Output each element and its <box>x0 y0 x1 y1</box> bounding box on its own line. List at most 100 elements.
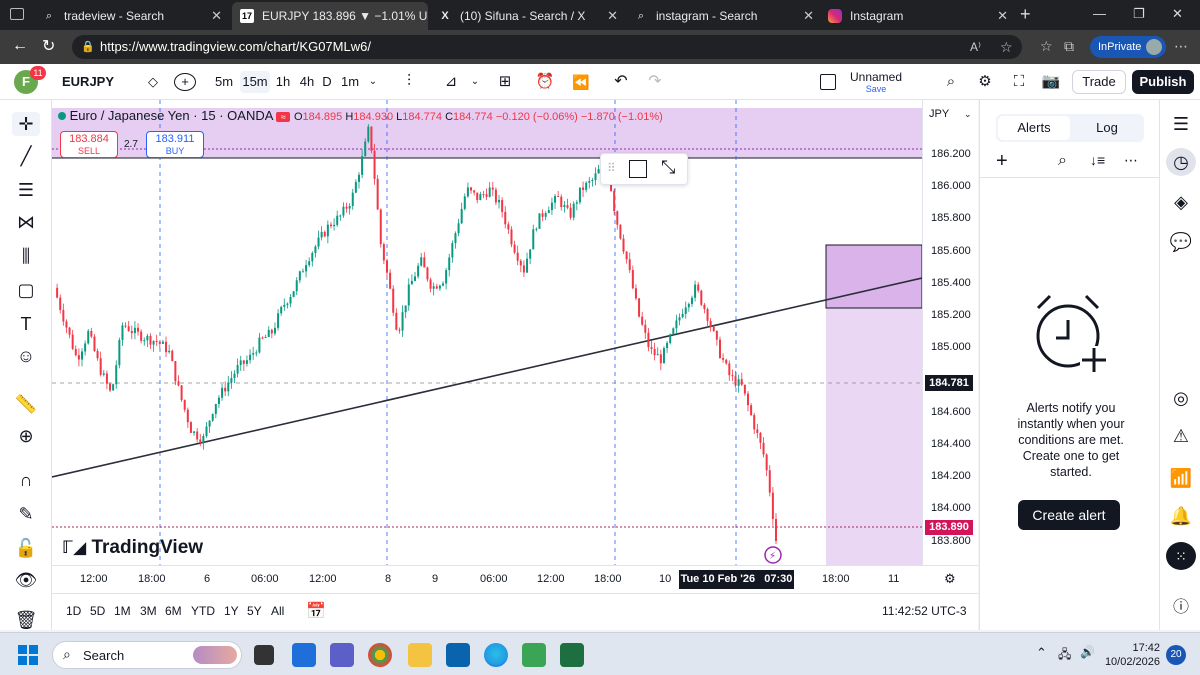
crosshair-icon[interactable]: ✛ <box>12 112 40 136</box>
publish-button[interactable]: Publish <box>1132 70 1194 94</box>
fullscreen-icon[interactable]: ⛶ <box>1008 71 1030 93</box>
sort-icon[interactable]: ↓≡ <box>1090 152 1105 168</box>
legend-title[interactable]: Euro / Japanese Yen · 15 · OANDA <box>70 108 273 123</box>
widgets-icon[interactable] <box>292 643 316 667</box>
watchlist-icon[interactable]: ☰ <box>1166 110 1196 138</box>
layers-icon[interactable]: ◈ <box>1166 188 1196 216</box>
tab-sifuna-x[interactable]: X (10) Sifuna - Search / X ✕ <box>430 2 626 30</box>
tab-log[interactable]: Log <box>1072 116 1142 140</box>
price-axis[interactable]: JPY ⌄ 186.200 186.000 185.800 185.600 18… <box>922 100 978 565</box>
trendline-icon[interactable]: ╱ <box>12 144 40 168</box>
save-link[interactable]: Save <box>846 84 906 94</box>
chart-pane[interactable]: ⚡ Euro / Japanese Yen · 15 · OANDA ≈ O18… <box>52 100 922 565</box>
chevron-up-icon[interactable]: ⌃ <box>1036 645 1047 661</box>
pattern-icon[interactable]: ⋈ <box>12 210 40 234</box>
alerts-clock-icon[interactable]: ◷ <box>1166 148 1196 176</box>
emoji-icon[interactable]: ☺ <box>12 344 40 368</box>
close-icon[interactable]: ✕ <box>997 8 1008 24</box>
templates-grid-icon[interactable]: ⊞ <box>494 71 516 93</box>
chat-icon[interactable]: 💬 <box>1166 228 1196 256</box>
notification-count-badge[interactable]: 20 <box>1166 645 1186 665</box>
interval-d[interactable]: D <box>318 71 336 93</box>
range-5d[interactable]: 5D <box>90 604 105 618</box>
help-icon[interactable]: ⓘ <box>1166 594 1196 622</box>
app-icon[interactable] <box>522 643 546 667</box>
drag-handle-icon[interactable]: ⠿ <box>607 161 616 175</box>
hide-eye-icon[interactable]: 👁 <box>12 568 40 592</box>
alert-add-icon[interactable]: ⏰ <box>534 71 556 93</box>
tab-alerts[interactable]: Alerts <box>998 116 1070 140</box>
interval-5m[interactable]: 5m <box>210 71 238 93</box>
file-explorer-icon[interactable] <box>408 643 432 667</box>
chevron-down-icon[interactable]: ⌄ <box>466 71 484 93</box>
start-windows-icon[interactable] <box>18 645 38 665</box>
apps-grid-icon[interactable]: ⁙ <box>1166 542 1196 570</box>
magnet-icon[interactable]: ∩ <box>12 468 40 492</box>
collections-icon[interactable]: ⧉ <box>1064 38 1074 55</box>
close-icon[interactable]: ✕ <box>211 8 222 24</box>
outlook-icon[interactable] <box>446 643 470 667</box>
rectangle-tool-icon[interactable] <box>629 160 647 178</box>
back-icon[interactable]: ← <box>12 37 28 55</box>
watchlist-diamond-icon[interactable]: ◇ <box>144 71 162 93</box>
settings-gear-icon[interactable]: ⚙ <box>944 571 956 587</box>
range-3m[interactable]: 3M <box>140 604 157 618</box>
close-icon[interactable]: ✕ <box>607 8 618 24</box>
quick-search-icon[interactable]: ⌕ <box>940 71 962 93</box>
system-clock[interactable]: 17:42 10/02/2026 <box>1104 641 1160 669</box>
tab-instagram[interactable]: Instagram ✕ <box>820 2 1016 30</box>
broadcast-icon[interactable]: 📶 <box>1166 464 1196 492</box>
search-icon[interactable]: ⌕ <box>1058 152 1067 170</box>
interval-15m[interactable]: 15m <box>240 71 270 93</box>
ruler-icon[interactable]: 📏 <box>12 392 40 416</box>
taskbar-search[interactable]: ⌕ Search <box>52 641 242 669</box>
excel-icon[interactable] <box>560 643 584 667</box>
add-alert-icon[interactable]: + <box>996 150 1008 173</box>
path-tool-icon[interactable]: ⤡ <box>661 157 675 178</box>
url-input[interactable]: 🔒 https://www.tradingview.com/chart/KG07… <box>72 35 1022 59</box>
lock-icon[interactable]: 🔓 <box>12 536 40 560</box>
create-alert-button[interactable]: Create alert <box>1018 500 1120 530</box>
tradingview-watermark[interactable]: ℾ◢ TradingView <box>62 537 203 559</box>
symbol-search[interactable]: EURJPY <box>62 71 142 93</box>
more-icon[interactable]: ⋯ <box>1174 38 1188 55</box>
teams-icon[interactable] <box>330 643 354 667</box>
interval-1m[interactable]: 1m <box>338 71 362 93</box>
chrome-icon[interactable] <box>368 643 392 667</box>
camera-icon[interactable]: 📷 <box>1040 71 1062 93</box>
tab-eurjpy[interactable]: 17 EURJPY 183.896 ▼ −1.01% Un <box>232 2 428 30</box>
task-view-icon[interactable] <box>254 645 274 665</box>
edge-icon[interactable] <box>484 643 508 667</box>
tab-instagram-search[interactable]: ⌕ instagram - Search ✕ <box>626 2 822 30</box>
trendline[interactable] <box>52 277 922 478</box>
indicators-icon[interactable]: ⊿ <box>440 71 462 93</box>
compare-add-icon[interactable]: + <box>174 73 196 91</box>
range-5y[interactable]: 5Y <box>247 604 262 618</box>
geometric-shapes-icon[interactable]: ▢ <box>12 278 40 302</box>
minimize-icon[interactable]: — <box>1093 6 1106 21</box>
time-axis[interactable]: 12:00 18:00 6 06:00 12:00 8 9 06:00 12:0… <box>52 565 978 593</box>
text-icon[interactable]: T <box>12 312 40 336</box>
layout-checkbox-icon[interactable] <box>820 74 836 90</box>
ideas-icon[interactable]: ⚠ <box>1166 422 1196 450</box>
interval-4h[interactable]: 4h <box>296 71 318 93</box>
replay-icon[interactable]: ⏪ <box>570 71 592 93</box>
range-1d[interactable]: 1D <box>66 604 81 618</box>
redo-icon[interactable]: ↷ <box>644 71 666 93</box>
bell-icon[interactable]: 🔔 <box>1166 502 1196 530</box>
range-1y[interactable]: 1Y <box>224 604 239 618</box>
range-all[interactable]: All <box>271 604 284 618</box>
buy-button[interactable]: 183.911 BUY <box>146 131 204 158</box>
zoom-in-icon[interactable]: ⊕ <box>12 424 40 448</box>
maximize-icon[interactable]: ❐ <box>1133 6 1145 22</box>
chart-canvas[interactable]: ⚡ <box>52 100 922 565</box>
range-ytd[interactable]: YTD <box>191 604 215 618</box>
prediction-icon[interactable]: ⫼ <box>12 244 40 268</box>
stay-drawing-icon[interactable]: ✎ <box>12 502 40 526</box>
close-icon[interactable]: ✕ <box>803 8 814 24</box>
fib-icon[interactable]: ☰ <box>12 178 40 202</box>
new-tab-icon[interactable]: + <box>1020 4 1031 25</box>
more-options-icon[interactable]: ⋯ <box>1124 152 1138 169</box>
tab-tradeview-search[interactable]: ⌕ tradeview - Search ✕ <box>34 2 230 30</box>
tab-actions-icon[interactable] <box>10 8 24 20</box>
